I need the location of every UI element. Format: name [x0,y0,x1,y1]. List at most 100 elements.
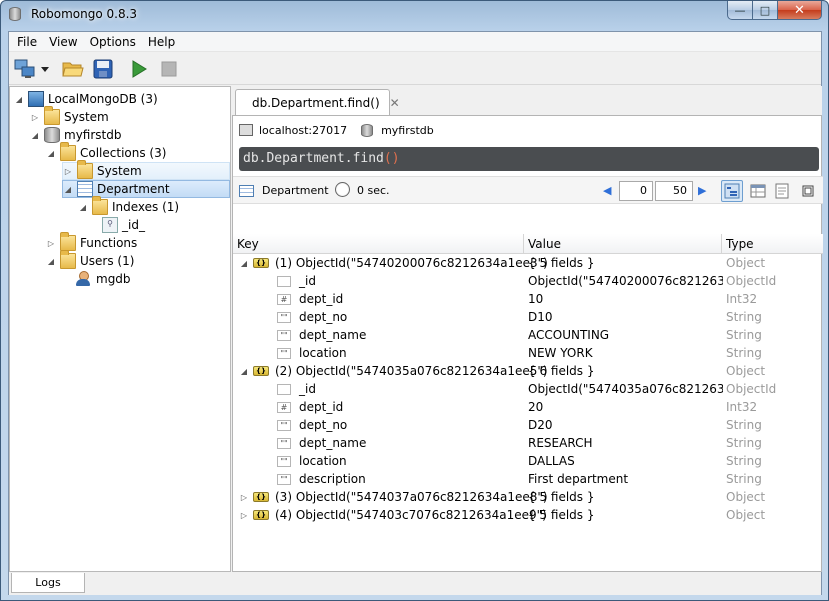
text-view-button[interactable] [771,180,793,202]
field-row[interactable]: "" dept_name ACCOUNTING String [233,327,823,345]
row-key: _id [299,382,316,396]
maximize-results-button[interactable] [797,180,819,202]
row-value: { 5 fields } [528,508,595,522]
app-window: Robomongo 0.8.3 — □ ✕ File View Options … [0,0,829,601]
collapse-arrow-icon[interactable]: ◢ [239,367,249,376]
window-controls: — □ ✕ [727,1,822,21]
row-value: RESEARCH [528,436,593,450]
collapse-arrow-icon[interactable]: ◢ [14,95,24,104]
tree-user-label: mgdb [96,272,131,286]
minimize-button[interactable]: — [727,1,753,20]
document-row[interactable]: ◢ {} (2) ObjectId("5474035a076c8212634a1ee… [233,363,823,381]
database-icon [361,123,374,137]
maximize-button[interactable]: □ [753,1,778,20]
field-row[interactable]: "" dept_no D20 String [233,417,823,435]
connect-dropdown[interactable] [39,57,51,81]
row-value: DALLAS [528,454,575,468]
row-value: D10 [528,310,553,324]
tree-indexes[interactable]: ◢ Indexes (1) [78,196,179,216]
tree-database-label: myfirstdb [64,128,122,142]
tree-database[interactable]: ◢ myfirstdb [30,126,121,144]
tree-view-button[interactable] [721,180,743,202]
query-text: db.Department.find [243,151,384,166]
tree-collections[interactable]: ◢ Collections (3) [46,142,167,162]
menu-options[interactable]: Options [84,32,142,52]
tree-user-mgdb[interactable]: mgdb [76,270,131,288]
document-row[interactable]: ◢ {} (1) ObjectId("54740200076c8212634a1ee… [233,255,823,273]
row-type: String [726,328,762,342]
row-type: Object [726,490,766,504]
field-row[interactable]: "" description First department String [233,471,823,489]
column-value[interactable]: Value [524,234,722,254]
menu-help[interactable]: Help [142,32,181,52]
expand-arrow-icon[interactable]: ▷ [239,493,249,502]
row-type: Int32 [726,400,758,414]
table-view-button[interactable] [747,180,769,202]
tree-department[interactable]: ◢ Department [62,180,230,198]
folder-icon [77,160,93,179]
tree-server[interactable]: ◢ LocalMongoDB (3) [14,90,158,108]
field-row[interactable]: # dept_id 10 Int32 [233,291,823,309]
row-type: String [726,310,762,324]
field-row[interactable]: "" location NEW YORK String [233,345,823,363]
expand-arrow-icon[interactable]: ▷ [46,239,56,248]
menu-view[interactable]: View [43,32,83,52]
tree-system-label: System [64,110,109,124]
document-row[interactable]: ▷ {} (3) ObjectId("5474037a076c8212634a1ee… [233,489,823,507]
column-type[interactable]: Type [722,234,823,254]
field-row[interactable]: "" dept_no D10 String [233,309,823,327]
menu-file[interactable]: File [11,32,43,52]
field-row[interactable]: _id ObjectId("5474035a076c8212634a1ee5")… [233,381,823,399]
tree-collections-system[interactable]: ▷ System [62,160,230,180]
logs-tab[interactable]: Logs [11,573,85,593]
close-button[interactable]: ✕ [778,1,822,20]
field-row[interactable]: "" dept_name RESEARCH String [233,435,823,453]
expand-arrow-icon[interactable]: ▷ [239,511,249,520]
tab-close-icon[interactable]: ✕ [390,96,400,110]
row-key: (2) ObjectId("5474035a076c8212634a1ee5") [275,364,548,378]
column-key[interactable]: Key [233,234,524,254]
collapse-arrow-icon[interactable]: ◢ [46,149,56,158]
connect-button[interactable] [13,57,37,81]
title-bar[interactable]: Robomongo 0.8.3 — □ ✕ [1,1,828,31]
query-editor[interactable]: db.Department.find() [239,147,819,171]
tree-users[interactable]: ◢ Users (1) [46,250,135,270]
limit-input[interactable]: 50 [655,181,693,201]
save-button[interactable] [91,57,115,81]
tree-collections-label: Collections (3) [80,146,167,160]
collapse-arrow-icon[interactable]: ◢ [239,259,249,268]
field-row[interactable]: # dept_id 20 Int32 [233,399,823,417]
object-icon: {} [253,492,269,502]
field-row[interactable]: "" location DALLAS String [233,453,823,471]
user-icon [76,271,92,287]
row-key: location [299,346,347,360]
query-tab[interactable]: db.Department.find() ✕ [235,89,400,115]
prev-page-button[interactable]: ◀ [603,184,611,197]
collapse-arrow-icon[interactable]: ◢ [46,257,56,266]
connection-host: localhost:27017 [259,123,348,137]
tree-index-id[interactable]: ⚲ _id_ [102,216,145,234]
skip-input[interactable]: 0 [619,181,653,201]
next-page-button[interactable]: ▶ [698,184,706,197]
collapse-arrow-icon[interactable]: ◢ [63,185,73,194]
document-row[interactable]: ▷ {} (4) ObjectId("547403c7076c8212634a1ee… [233,507,823,525]
collapse-arrow-icon[interactable]: ◢ [78,203,88,212]
row-value: { 5 fields } [528,256,595,270]
row-type: String [726,418,762,432]
toolbar [9,53,821,85]
tree-users-label: Users (1) [80,254,135,268]
stop-button[interactable] [157,57,181,81]
row-type: String [726,436,762,450]
expand-arrow-icon[interactable]: ▷ [30,113,40,122]
execute-button[interactable] [127,57,151,81]
maximize-icon [802,185,814,197]
open-button[interactable] [61,57,85,81]
collapse-arrow-icon[interactable]: ◢ [30,131,40,140]
tree-functions[interactable]: ▷ Functions [46,232,137,252]
field-row[interactable]: _id ObjectId("54740200076c8212634a1ee3")… [233,273,823,291]
row-key: (4) ObjectId("547403c7076c8212634a1ee9") [275,508,547,522]
tree-system[interactable]: ▷ System [30,106,109,126]
tree-index-id-label: _id_ [122,218,145,232]
expand-arrow-icon[interactable]: ▷ [63,167,73,176]
row-value: ObjectId("54740200076c8212634a1ee3") [528,274,723,288]
